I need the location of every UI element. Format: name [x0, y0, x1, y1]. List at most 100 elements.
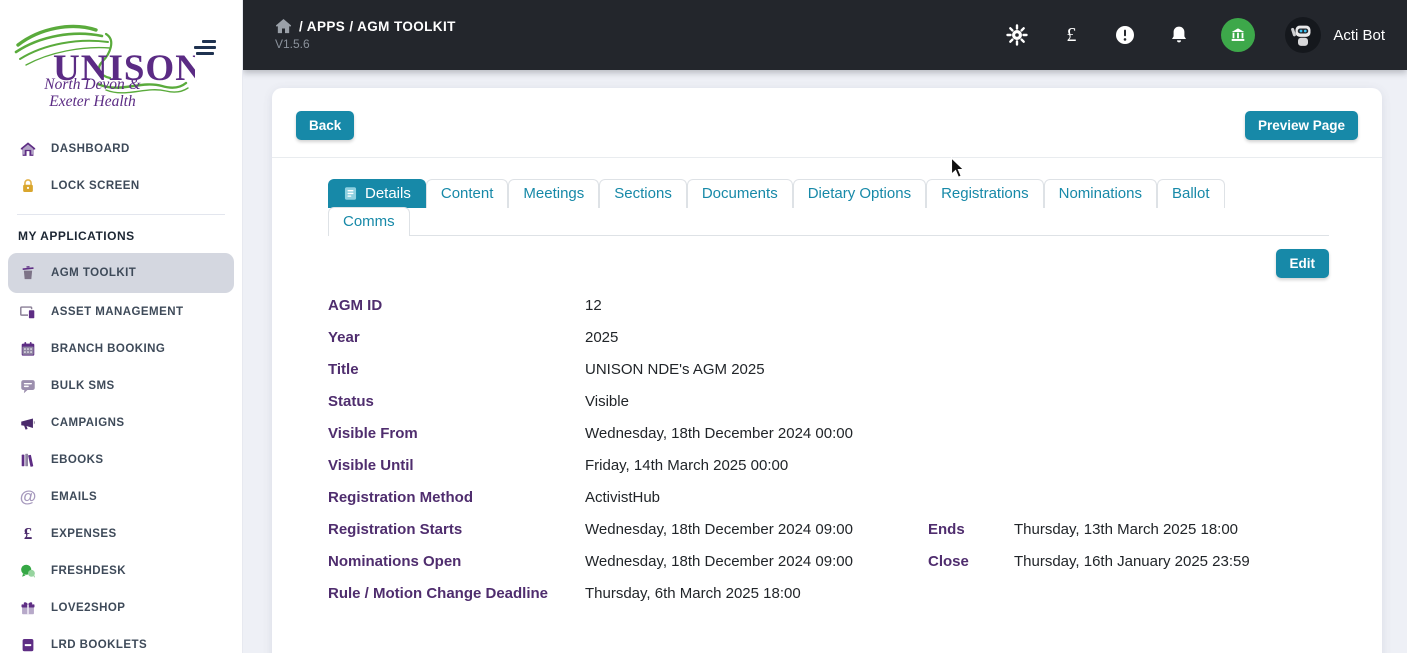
field-value: Thursday, 13th March 2025 18:00: [1014, 521, 1239, 538]
chat-bubbles-icon: [18, 561, 38, 581]
tab-label: Documents: [701, 185, 778, 202]
details-panel: Edit AGM ID 12 Year 2025 Title UNISON ND…: [328, 236, 1329, 640]
tab-ballot[interactable]: Ballot: [1157, 179, 1225, 208]
sidebar-item-label: LRD BOOKLETS: [51, 638, 148, 651]
field-value: UNISON NDE's AGM 2025: [585, 361, 765, 378]
alert-icon[interactable]: [1113, 23, 1137, 47]
field-value: 12: [585, 297, 602, 314]
field-row-registration-starts: Registration Starts Wednesday, 18th Dece…: [328, 514, 1329, 546]
details-fields: AGM ID 12 Year 2025 Title UNISON NDE's A…: [328, 290, 1329, 610]
sidebar-item-label: EBOOKS: [51, 453, 104, 466]
trash-icon: [18, 263, 38, 283]
sidebar: UNISON North Devon & Exeter Health DASHB…: [0, 0, 243, 653]
field-value: Friday, 14th March 2025 00:00: [585, 457, 789, 474]
tab-bar: Details Content Meetings Sections Docume…: [328, 179, 1329, 236]
tab-label: Registrations: [941, 185, 1029, 202]
field-row-nominations-open: Nominations Open Wednesday, 18th Decembe…: [328, 546, 1329, 578]
tab-details[interactable]: Details: [328, 179, 426, 208]
hamburger-menu-icon[interactable]: [194, 40, 216, 56]
sidebar-item-agm-toolkit[interactable]: AGM TOOLKIT: [8, 253, 234, 293]
sidebar-item-lrd-booklets[interactable]: LRD BOOKLETS: [8, 626, 234, 653]
devices-icon: [18, 302, 38, 322]
tab-sections[interactable]: Sections: [599, 179, 687, 208]
sidebar-item-label: AGM TOOLKIT: [51, 267, 137, 279]
field-row-title: Title UNISON NDE's AGM 2025: [328, 354, 1329, 386]
sidebar-item-label: EMAILS: [51, 490, 98, 503]
field-row-visible-until: Visible Until Friday, 14th March 2025 00…: [328, 450, 1329, 482]
field-label: AGM ID: [328, 297, 383, 314]
brand-logo: UNISON North Devon & Exeter Health: [0, 0, 242, 112]
sidebar-nav: DASHBOARD LOCK SCREEN MY APPLICATIONS AG…: [0, 112, 242, 653]
field-value: Wednesday, 18th December 2024 09:00: [585, 521, 853, 538]
sidebar-item-asset-management[interactable]: ASSET MANAGEMENT: [8, 293, 234, 330]
preview-page-button[interactable]: Preview Page: [1244, 111, 1358, 140]
sidebar-item-label: DASHBOARD: [51, 142, 130, 155]
tab-nominations[interactable]: Nominations: [1043, 179, 1157, 208]
megaphone-icon: [18, 413, 38, 433]
breadcrumb-text: / APPS / AGM TOOLKIT: [299, 19, 456, 34]
field-value: 2025: [585, 329, 619, 346]
field-label: Title: [328, 361, 359, 378]
field-label: Registration Starts: [328, 521, 463, 538]
sidebar-item-campaigns[interactable]: CAMPAIGNS: [8, 404, 234, 441]
bell-icon[interactable]: [1167, 23, 1191, 47]
tab-label: Sections: [614, 185, 672, 202]
field-row-year: Year 2025: [328, 322, 1329, 354]
gift-icon: [18, 598, 38, 618]
sidebar-item-label: LOVE2SHOP: [51, 601, 126, 614]
tab-label: Meetings: [523, 185, 585, 202]
booklet-icon: [18, 635, 38, 653]
sidebar-item-label: LOCK SCREEN: [51, 179, 140, 192]
field-label: Registration Method: [328, 489, 473, 506]
tab-label: Dietary Options: [807, 185, 912, 202]
tab-meetings[interactable]: Meetings: [508, 179, 600, 208]
breadcrumb-home-icon: [276, 19, 291, 34]
sidebar-item-label: FRESHDESK: [51, 564, 126, 577]
sidebar-item-freshdesk[interactable]: FRESHDESK: [8, 552, 234, 589]
lock-icon: [18, 176, 38, 196]
logo-subtitle-line1: North Devon &: [44, 76, 141, 93]
tab-registrations[interactable]: Registrations: [926, 179, 1044, 208]
main-content: Back Preview Page Details Content Meetin…: [243, 70, 1407, 653]
sidebar-item-expenses[interactable]: £ EXPENSES: [8, 515, 234, 552]
version-label: V1.5.6: [275, 37, 310, 51]
field-value: ActivistHub: [585, 489, 661, 506]
sidebar-item-love2shop[interactable]: LOVE2SHOP: [8, 589, 234, 626]
books-icon: [18, 450, 38, 470]
calendar-icon: [18, 339, 38, 359]
at-icon: @: [19, 487, 37, 506]
field-label: Ends: [928, 521, 965, 538]
details-tab-icon: [344, 187, 357, 200]
sidebar-item-ebooks[interactable]: EBOOKS: [8, 441, 234, 478]
user-name: Acti Bot: [1333, 26, 1385, 44]
field-row-status: Status Visible: [328, 386, 1329, 418]
sidebar-item-dashboard[interactable]: DASHBOARD: [8, 130, 234, 167]
bank-icon[interactable]: [1221, 18, 1256, 52]
sidebar-divider: [17, 214, 225, 215]
tab-dietary-options[interactable]: Dietary Options: [792, 179, 927, 208]
tab-comms[interactable]: Comms: [328, 207, 410, 236]
sidebar-section-title: MY APPLICATIONS: [18, 229, 135, 243]
tab-documents[interactable]: Documents: [686, 179, 793, 208]
edit-button[interactable]: Edit: [1275, 249, 1329, 278]
tab-label: Ballot: [1172, 185, 1210, 202]
gear-icon[interactable]: [1005, 23, 1029, 47]
tab-label: Nominations: [1058, 185, 1142, 202]
breadcrumb[interactable]: / APPS / AGM TOOLKIT: [275, 19, 456, 34]
sidebar-item-branch-booking[interactable]: BRANCH BOOKING: [8, 330, 234, 367]
back-button[interactable]: Back: [296, 111, 355, 140]
tab-content[interactable]: Content: [425, 179, 509, 208]
field-label: Visible From: [328, 425, 418, 442]
field-label: Close: [928, 553, 969, 570]
pound-icon[interactable]: £: [1059, 23, 1083, 47]
sms-icon: [18, 376, 38, 396]
avatar: [1285, 17, 1322, 53]
field-value: Visible: [585, 393, 629, 410]
field-row-agm-id: AGM ID 12: [328, 290, 1329, 322]
sidebar-item-bulk-sms[interactable]: BULK SMS: [8, 367, 234, 404]
user-menu[interactable]: Acti Bot: [1285, 17, 1385, 53]
sidebar-item-lock-screen[interactable]: LOCK SCREEN: [8, 167, 234, 204]
sidebar-item-emails[interactable]: @ EMAILS: [8, 478, 234, 515]
agm-card: Back Preview Page Details Content Meetin…: [272, 88, 1382, 653]
sidebar-item-label: BRANCH BOOKING: [51, 342, 166, 355]
